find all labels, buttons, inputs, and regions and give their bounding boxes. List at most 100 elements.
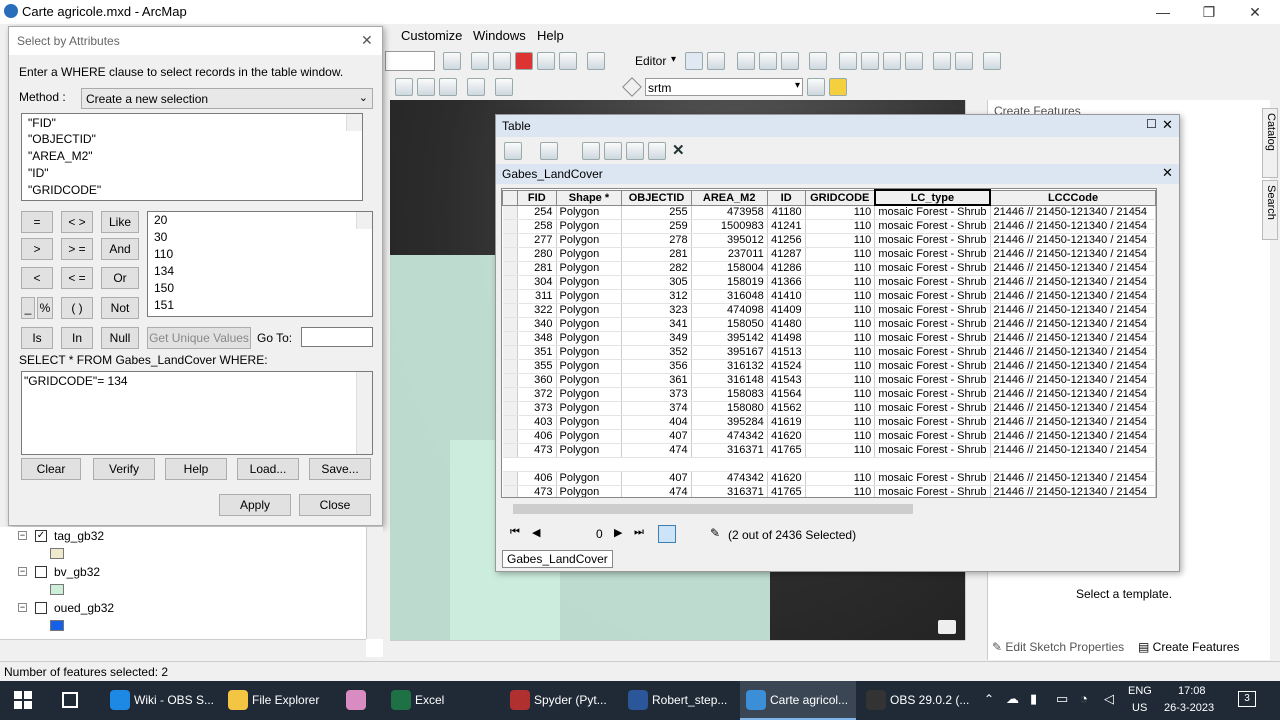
- table-cell[interactable]: Polygon: [556, 233, 623, 248]
- table-cell[interactable]: 340: [517, 317, 557, 332]
- table-cell[interactable]: 395167: [691, 345, 768, 360]
- tray-chevron-icon[interactable]: ⌃: [984, 692, 994, 706]
- usb-icon[interactable]: ▮: [1030, 691, 1037, 707]
- table-cell[interactable]: mosaic Forest - Shrub: [874, 247, 991, 262]
- clock-date[interactable]: 26-3-2023: [1164, 702, 1214, 714]
- table-cell[interactable]: 41543: [767, 373, 806, 388]
- editor-menu[interactable]: Editor: [635, 54, 666, 68]
- contrast-icon[interactable]: [807, 78, 825, 96]
- table-cell[interactable]: 473958: [691, 205, 768, 220]
- value-item[interactable]: 20: [148, 212, 372, 229]
- table-cell[interactable]: 41366: [767, 275, 806, 290]
- table-cell[interactable]: 41513: [767, 345, 806, 360]
- table-row[interactable]: 372 Polygon 373 158083 41564 110 mosaic Forest…: [502, 387, 1156, 402]
- row-selector[interactable]: [502, 289, 519, 304]
- verify-button[interactable]: Verify: [93, 458, 155, 480]
- histogram-icon[interactable]: [829, 78, 847, 96]
- col-lc-type[interactable]: LC_type: [873, 189, 992, 206]
- col-id[interactable]: ID: [766, 189, 806, 206]
- layer-checkbox[interactable]: [35, 602, 47, 614]
- table-cell[interactable]: 158050: [691, 317, 768, 332]
- table-cell[interactable]: 395284: [691, 415, 768, 430]
- edit-annotation-icon[interactable]: [707, 52, 725, 70]
- table-cell[interactable]: Polygon: [556, 387, 623, 402]
- table-cell[interactable]: mosaic Forest - Shrub: [874, 485, 991, 497]
- table-cell[interactable]: Polygon: [556, 247, 623, 262]
- table-cell[interactable]: 311: [517, 289, 557, 304]
- table-cell[interactable]: mosaic Forest - Shrub: [874, 387, 991, 402]
- table-cell[interactable]: 110: [805, 471, 876, 486]
- table-cell[interactable]: 304: [517, 275, 557, 290]
- taskbar-app[interactable]: [340, 681, 380, 720]
- close-icon[interactable]: ✕: [1162, 117, 1173, 133]
- parentheses-button[interactable]: ( ): [61, 297, 93, 319]
- table-cell[interactable]: 110: [805, 261, 876, 276]
- table-cell[interactable]: 21446 // 21450-121340 / 21454: [990, 331, 1156, 346]
- point-icon[interactable]: [781, 52, 799, 70]
- col-area[interactable]: AREA_M2: [690, 189, 768, 206]
- row-selector[interactable]: [502, 247, 519, 262]
- less-button[interactable]: <: [21, 267, 53, 289]
- table-cell[interactable]: Polygon: [556, 219, 623, 234]
- table-cell[interactable]: Polygon: [556, 261, 623, 276]
- collapse-icon[interactable]: −: [18, 531, 27, 540]
- scale-dropdown[interactable]: [385, 51, 435, 71]
- query-textarea[interactable]: "GRIDCODE"= 134: [21, 371, 373, 455]
- trace-icon[interactable]: [759, 52, 777, 70]
- cut-polygon-icon[interactable]: [905, 52, 923, 70]
- table-cell[interactable]: 21446 // 21450-121340 / 21454: [990, 289, 1156, 304]
- col-gridcode[interactable]: GRIDCODE: [804, 189, 876, 206]
- taskbar-app[interactable]: Excel: [385, 681, 500, 720]
- row-selector[interactable]: [502, 303, 519, 318]
- table-cell[interactable]: 282: [621, 261, 692, 276]
- table-cell[interactable]: 281: [621, 247, 692, 262]
- table-cell[interactable]: 21446 // 21450-121340 / 21454: [990, 373, 1156, 388]
- table-cell[interactable]: Polygon: [556, 471, 623, 486]
- measure-icon[interactable]: [439, 78, 457, 96]
- row-selector[interactable]: [502, 471, 519, 486]
- table-cell[interactable]: 323: [621, 303, 692, 318]
- taskbar-app[interactable]: File Explorer: [222, 681, 336, 720]
- edit-tool-icon[interactable]: [685, 52, 703, 70]
- table-cell[interactable]: 41287: [767, 247, 806, 262]
- create-features-tab[interactable]: ▤ Create Features: [1138, 640, 1239, 658]
- row-selector[interactable]: [502, 415, 519, 430]
- values-scrollbar[interactable]: [356, 212, 372, 229]
- table-cell[interactable]: Polygon: [556, 331, 623, 346]
- map-hscroll[interactable]: [390, 640, 965, 658]
- table-cell[interactable]: 355: [517, 359, 557, 374]
- midpoint-icon[interactable]: [809, 52, 827, 70]
- attribute-grid[interactable]: FID Shape * OBJECTID AREA_M2 ID GRIDCODE…: [501, 188, 1157, 498]
- close-icon[interactable]: ✕: [1162, 165, 1173, 181]
- table-cell[interactable]: 158004: [691, 261, 768, 276]
- close-window-button[interactable]: ✕: [1232, 2, 1278, 22]
- search-side-tab[interactable]: Search: [1262, 180, 1278, 240]
- fields-list[interactable]: "FID" "OBJECTID" "AREA_M2" "ID" "GRIDCOD…: [21, 113, 363, 201]
- row-selector[interactable]: [502, 485, 519, 497]
- layer-checkbox[interactable]: ✓: [35, 530, 47, 542]
- apply-button[interactable]: Apply: [219, 494, 291, 516]
- table-cell[interactable]: 110: [805, 345, 876, 360]
- table-cell[interactable]: 110: [805, 485, 876, 497]
- table-cell[interactable]: 110: [805, 387, 876, 402]
- table-cell[interactable]: 21446 // 21450-121340 / 21454: [990, 205, 1156, 220]
- not-button[interactable]: Not: [101, 297, 139, 319]
- table-cell[interactable]: 21446 // 21450-121340 / 21454: [990, 261, 1156, 276]
- table-row[interactable]: 348 Polygon 349 395142 41498 110 mosaic Forest…: [502, 331, 1156, 346]
- table-cell[interactable]: 352: [621, 345, 692, 360]
- windows-start-icon[interactable]: [14, 691, 32, 709]
- table-row[interactable]: 280 Polygon 281 237011 41287 110 mosaic Forest…: [502, 247, 1156, 262]
- table-cell[interactable]: 41256: [767, 233, 806, 248]
- col-lcccode[interactable]: LCCCode: [989, 189, 1156, 206]
- col-objectid[interactable]: OBJECTID: [621, 189, 692, 206]
- table-cell[interactable]: 316048: [691, 289, 768, 304]
- taskbar-app[interactable]: Carte agricol...: [740, 681, 856, 720]
- row-selector[interactable]: [502, 205, 519, 220]
- table-cell[interactable]: Polygon: [556, 429, 623, 444]
- collapse-icon[interactable]: −: [18, 603, 27, 612]
- query-scrollbar[interactable]: [356, 372, 372, 454]
- col-shape[interactable]: Shape *: [555, 189, 623, 206]
- in-button[interactable]: In: [61, 327, 93, 349]
- table-cell[interactable]: mosaic Forest - Shrub: [874, 233, 991, 248]
- table-cell[interactable]: 281: [517, 261, 557, 276]
